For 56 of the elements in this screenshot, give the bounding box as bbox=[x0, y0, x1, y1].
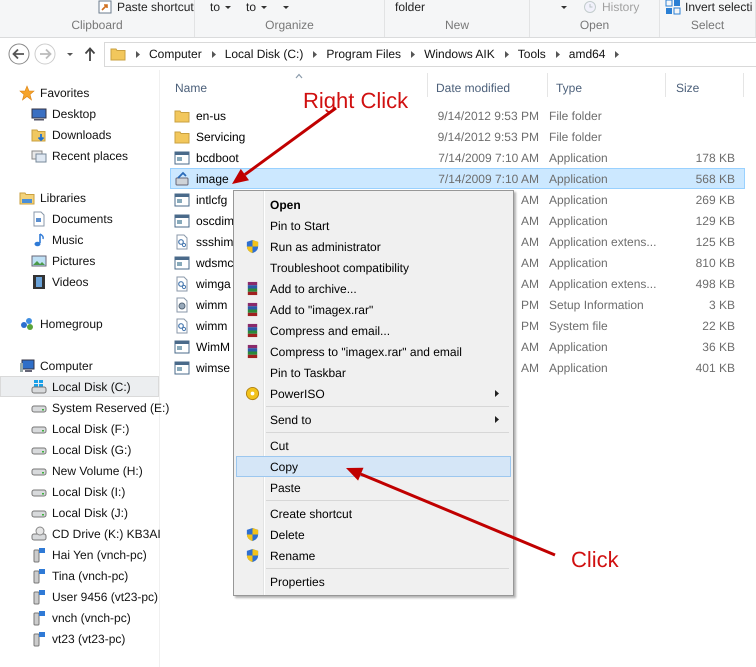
file-type: Application extens... bbox=[549, 276, 656, 290]
file-type: Application bbox=[549, 192, 608, 206]
file-name: Servicing bbox=[196, 128, 246, 146]
file-size: 3 KB bbox=[708, 298, 735, 312]
file-name: wimse bbox=[196, 360, 230, 376]
file-size: 129 KB bbox=[696, 214, 735, 228]
date-modified: AM bbox=[521, 340, 539, 354]
file-name: image bbox=[196, 170, 229, 188]
date-modified: 9/14/2012 9:53 PM bbox=[438, 108, 539, 122]
file-size: 269 KB bbox=[696, 192, 735, 206]
file-type: System file bbox=[549, 318, 608, 332]
file-size: 22 KB bbox=[702, 318, 735, 332]
date-modified: AM bbox=[521, 360, 539, 374]
date-modified: AM bbox=[521, 214, 539, 228]
file-name: bcdboot bbox=[196, 150, 239, 166]
file-size: 178 KB bbox=[696, 150, 735, 164]
group-label: Select bbox=[690, 17, 724, 34]
file-name: WimM bbox=[196, 338, 230, 356]
file-name: intlcfg bbox=[196, 192, 228, 208]
file-name: oscdim bbox=[196, 212, 234, 230]
group-label: Open bbox=[580, 17, 610, 34]
date-modified: AM bbox=[521, 276, 539, 290]
file-name: ssshim bbox=[196, 234, 234, 250]
file-name: wdsmc bbox=[196, 254, 234, 272]
annotation-label: Click bbox=[571, 549, 619, 571]
file-type: Application bbox=[549, 256, 608, 270]
file-type: Application bbox=[549, 172, 608, 186]
group-label: Clipboard bbox=[71, 17, 123, 34]
file-name: wimm bbox=[196, 318, 228, 334]
group-label: New bbox=[444, 17, 469, 34]
file-type: File folder bbox=[549, 108, 602, 122]
date-modified: 7/14/2009 7:10 AM bbox=[438, 150, 539, 164]
file-type: Application bbox=[549, 340, 608, 354]
file-type: Application bbox=[549, 150, 608, 164]
date-modified: 9/14/2012 9:53 PM bbox=[438, 130, 539, 144]
date-modified: 7/14/2009 7:10 AM bbox=[438, 172, 539, 186]
file-size: 810 KB bbox=[696, 256, 735, 270]
file-name: en-us bbox=[196, 108, 226, 124]
file-type: Application bbox=[549, 360, 608, 374]
date-modified: PM bbox=[521, 318, 539, 332]
file-type: Application extens... bbox=[549, 234, 656, 248]
date-modified: AM bbox=[521, 234, 539, 248]
file-type: Setup Information bbox=[549, 298, 644, 312]
group-label: Organize bbox=[265, 17, 314, 34]
file-type: File folder bbox=[549, 130, 602, 144]
date-modified: AM bbox=[521, 192, 539, 206]
file-size: 401 KB bbox=[696, 360, 735, 374]
file-size: 36 KB bbox=[702, 340, 735, 354]
date-modified: PM bbox=[521, 298, 539, 312]
file-name: wimm bbox=[196, 296, 228, 314]
file-size: 498 KB bbox=[696, 276, 735, 290]
date-modified: AM bbox=[521, 256, 539, 270]
file-size: 125 KB bbox=[696, 234, 735, 248]
file-name: wimga bbox=[196, 276, 231, 292]
file-size: 568 KB bbox=[696, 172, 735, 186]
file-type: Application bbox=[549, 214, 608, 228]
